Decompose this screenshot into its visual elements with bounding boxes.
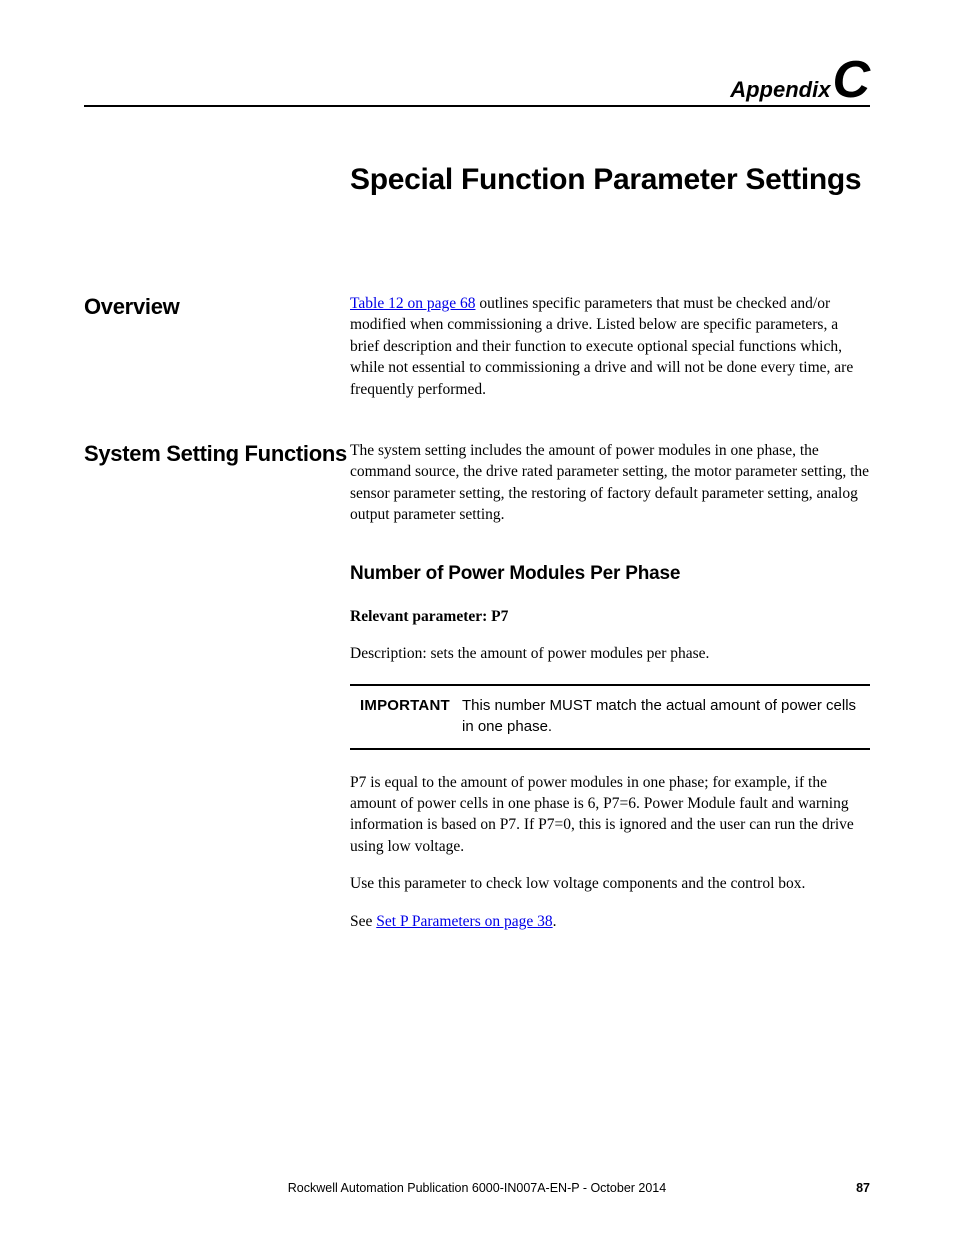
page-footer: Rockwell Automation Publication 6000-IN0… <box>84 1181 870 1195</box>
description-text: Description: sets the amount of power mo… <box>350 643 870 664</box>
p7-explanation: P7 is equal to the amount of power modul… <box>350 772 870 858</box>
system-intro: The system setting includes the amount o… <box>350 440 870 526</box>
overview-body: Table 12 on page 68 outlines specific pa… <box>350 293 870 400</box>
chapter-title: Special Function Parameter Settings <box>350 163 870 197</box>
relevant-parameter: Relevant parameter: P7 <box>350 606 870 627</box>
overview-heading: Overview <box>84 293 350 320</box>
use-parameter-text: Use this parameter to check low voltage … <box>350 873 870 894</box>
important-label: IMPORTANT <box>360 696 462 737</box>
page-number: 87 <box>856 1181 870 1195</box>
see-reference: See Set P Parameters on page 38. <box>350 911 870 932</box>
publication-info: Rockwell Automation Publication 6000-IN0… <box>288 1181 666 1195</box>
section-overview: Overview Table 12 on page 68 outlines sp… <box>84 293 870 400</box>
section-system-setting: System Setting Functions The system sett… <box>84 440 870 932</box>
set-p-parameters-link[interactable]: Set P Parameters on page 38 <box>376 913 552 930</box>
power-modules-subheading: Number of Power Modules Per Phase <box>350 561 870 587</box>
important-text: This number MUST match the actual amount… <box>462 696 870 737</box>
appendix-word: Appendix <box>730 77 830 102</box>
system-setting-body: The system setting includes the amount o… <box>350 440 870 932</box>
appendix-header: AppendixC <box>84 60 870 107</box>
important-callout: IMPORTANT This number MUST match the act… <box>350 684 870 749</box>
appendix-letter: C <box>832 51 870 109</box>
system-setting-heading: System Setting Functions <box>84 440 350 467</box>
table-12-link[interactable]: Table 12 on page 68 <box>350 295 475 312</box>
